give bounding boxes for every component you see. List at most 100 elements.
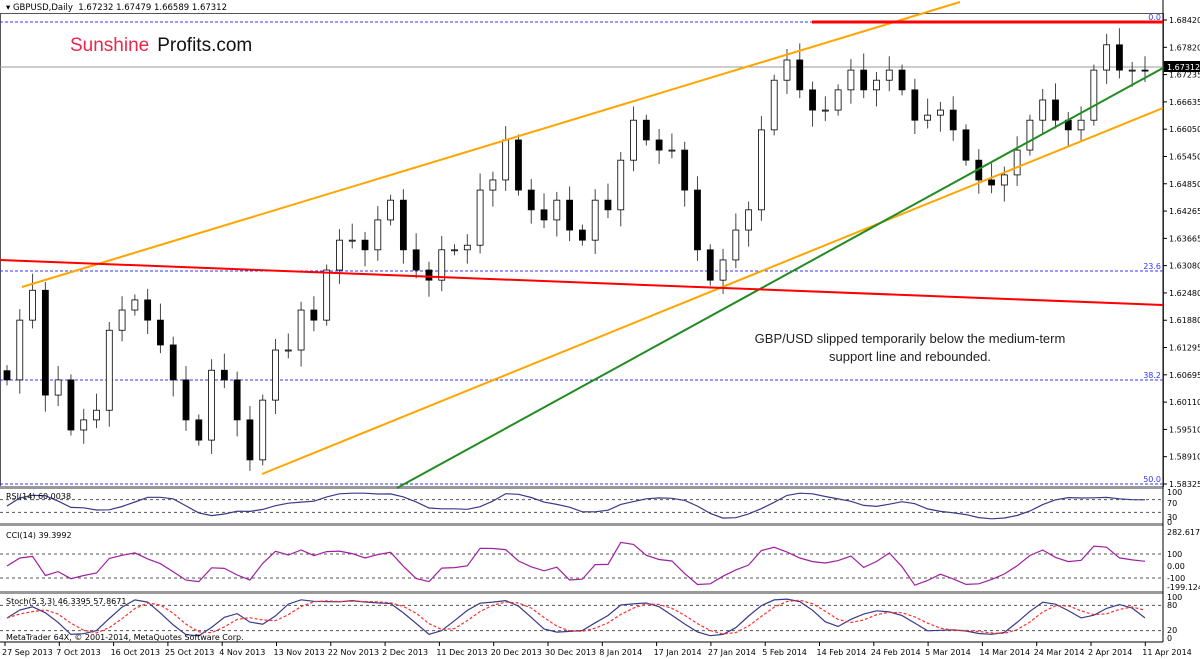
bull-candle [54,379,62,396]
bear-candle [527,189,535,211]
bear-candle [182,379,190,421]
date-label: 20 Dec 2013 [491,648,542,657]
price-tick-label: 1.63080 [1169,262,1200,271]
panel-separator [0,486,1163,489]
date-label: 14 Mar 2014 [979,648,1030,657]
bear-candle [566,199,574,231]
bull-candle [374,219,382,251]
bull-candle [451,249,458,252]
price-tick-label: 1.66050 [1169,125,1200,134]
bear-candle [41,289,49,396]
bull-candle [297,309,305,351]
date-label: 24 Mar 2014 [1034,648,1085,657]
bull-candle [732,229,740,261]
main-panel-frame [0,13,1164,487]
copyright: MetaTrader 64X, © 2001-2014, MetaQuotes … [6,633,244,642]
annotation-line2: support line and rebounded. [829,349,991,364]
price-tick-label: 1.59510 [1169,425,1200,434]
date-label: 22 Nov 2013 [328,648,379,657]
bull-candle [502,139,510,181]
date-label: 14 Feb 2014 [817,648,867,657]
bull-candle [847,69,855,91]
date-label: 16 Oct 2013 [111,648,160,657]
bear-candle [195,419,203,441]
bull-candle [29,289,36,321]
cci-axis-label: 0.00 [1167,562,1185,571]
symbol-label: GBPUSD,Daily [12,3,73,13]
logo-part2: Profits.com [157,35,253,56]
fib-level-label: 50.0 [1143,475,1161,484]
bear-candle [220,369,228,381]
price-tick-label: 1.64850 [1169,180,1200,189]
bear-candle [860,69,868,91]
bull-candle [770,79,778,131]
price-tick-label: 1.60110 [1169,398,1200,407]
bull-candle [1128,69,1136,72]
bull-candle [821,109,829,112]
current-price-label: 1.67312 [1167,63,1200,72]
bear-candle [144,299,152,321]
bear-candle [988,179,995,186]
bear-candle [694,189,701,251]
rsi-label: RSI(14) 60.0038 [6,492,72,501]
date-label: 4 Nov 2013 [219,648,265,657]
bull-candle [937,109,944,116]
bull-candle [617,159,625,211]
rsi-line [6,492,1146,520]
bull-candle [1039,99,1047,121]
bear-candle [233,379,241,421]
rsi-axis-label: 0 [1167,518,1172,527]
date-label: 30 Dec 2013 [545,648,596,657]
logo-part1: Sunshine [70,35,150,56]
bull-candle [438,249,446,281]
date-label: 11 Apr 2014 [1142,648,1191,657]
bear-candle [169,344,177,381]
bull-candle [336,239,343,271]
bear-candle [1116,44,1123,71]
bull-candle [387,199,394,221]
bear-candle [655,139,663,151]
date-label: 2 Dec 2013 [382,648,428,657]
declining-resistance-line [0,259,1164,306]
date-label: 27 Jan 2014 [708,648,756,657]
bear-candle [246,419,254,461]
bull-candle [284,349,292,352]
fib-level-label: 38.2 [1143,371,1161,380]
bull-candle [1103,44,1111,71]
bull-candle [463,244,471,251]
date-label: 5 Mar 2014 [925,648,971,657]
bull-candle [873,79,880,91]
bull-candle [131,299,139,311]
bear-candle [911,89,919,121]
price-tick-label: 1.65450 [1169,152,1200,161]
bear-candle [898,69,906,91]
bull-candle [924,114,932,121]
cci-axis-label: 282.6171 [1167,528,1200,537]
cci-label: CCI(14) 39.3992 [6,531,72,540]
bear-candle [809,89,816,111]
bear-candle [67,379,75,431]
date-label: 2 Apr 2014 [1088,648,1132,657]
bear-candle [412,249,420,271]
chart-window[interactable]: 1.68420 1.67820 1.67235 1.66635 1.66050 1.654… [0,0,1200,659]
bull-candle [476,189,484,246]
bull-candle [208,369,215,441]
bull-candle [1000,174,1008,186]
rsi-axis-label: 100 [1167,488,1182,497]
bear-candle [310,309,318,321]
price-tick-label: 1.67820 [1169,43,1200,52]
bull-candle [745,209,753,231]
rsi-axis-label: 70 [1167,499,1177,508]
date-label: 27 Sep 2013 [2,648,53,657]
bull-candle [1077,119,1085,131]
bull-candle [323,269,331,321]
bull-candle [272,349,279,401]
bull-candle [553,199,561,221]
bear-candle [361,239,369,251]
date-label: 7 Oct 2013 [56,648,100,657]
bull-candle [1013,149,1021,176]
bull-candle [259,399,267,461]
date-label: 5 Feb 2014 [762,648,807,657]
bull-candle [885,69,893,81]
bull-candle [80,419,88,431]
